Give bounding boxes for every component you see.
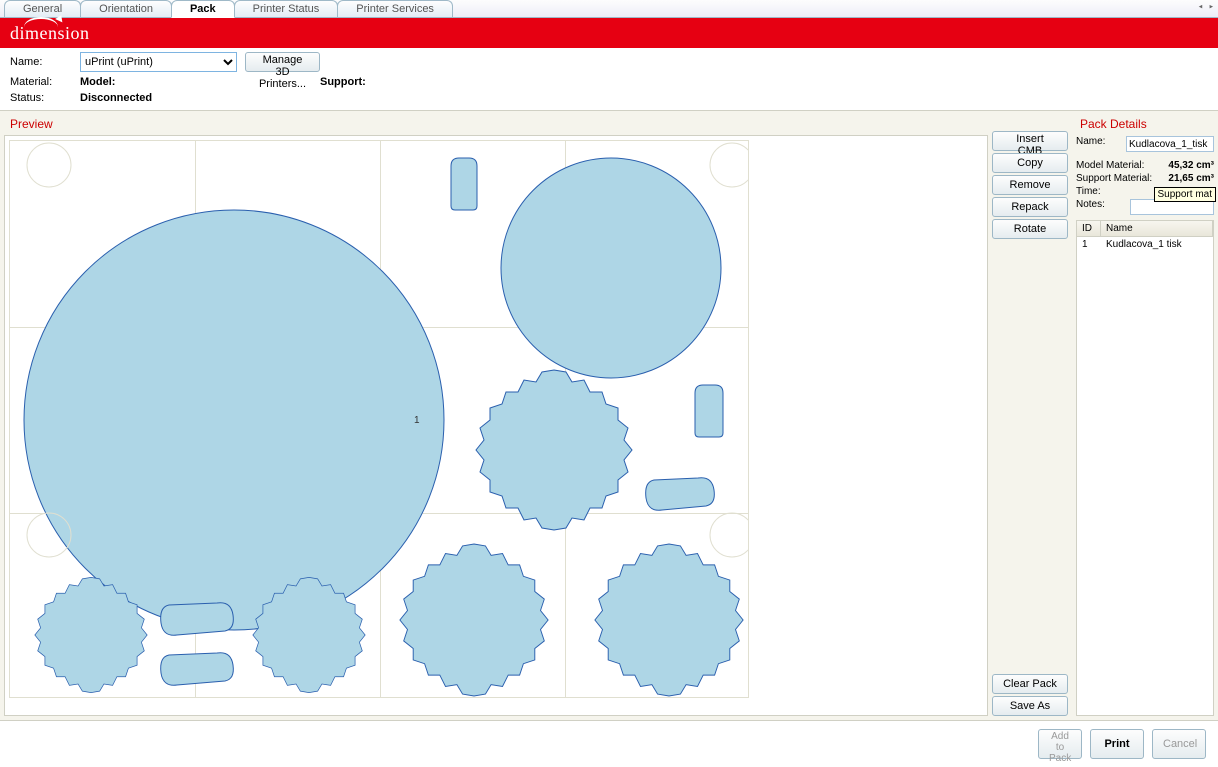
tab-pack[interactable]: Pack [171, 0, 235, 18]
printer-info-strip: Name: uPrint (uPrint) Manage 3D Printers… [0, 48, 1218, 111]
support-material-label: Support Material: [1076, 173, 1152, 184]
part-gear-mid-2[interactable] [595, 544, 743, 696]
preview-title: Preview [4, 115, 988, 135]
tab-printer-services[interactable]: Printer Services [337, 0, 453, 17]
print-button[interactable]: Print [1090, 729, 1144, 759]
status-value: Disconnected [80, 92, 240, 104]
partlist-col-id[interactable]: ID [1077, 221, 1101, 236]
dialog-footer: Add to Pack Print Cancel [0, 720, 1218, 767]
tab-general[interactable]: General [4, 0, 81, 17]
clear-pack-button[interactable]: Clear Pack [992, 674, 1068, 694]
preview-side-buttons: Insert CMB Copy Remove Repack Rotate Cle… [992, 115, 1072, 716]
time-label: Time: [1076, 186, 1101, 197]
remove-button[interactable]: Remove [992, 175, 1068, 195]
save-as-button[interactable]: Save As [992, 696, 1068, 716]
part-large-disc[interactable] [24, 210, 444, 630]
rotate-button[interactable]: Rotate [992, 219, 1068, 239]
model-material-label: Model Material: [1076, 160, 1144, 171]
brand-logo: dimension [10, 23, 90, 44]
slot-circle-2 [710, 143, 749, 187]
model-label-field: Model: [80, 76, 240, 88]
part-lozenge-3[interactable] [161, 653, 234, 686]
pack-name-label: Name: [1076, 136, 1105, 152]
notes-label: Notes: [1076, 199, 1105, 215]
tab-bar: General Orientation Pack Printer Status … [0, 0, 1218, 18]
pack-name-input[interactable] [1126, 136, 1214, 152]
repack-button[interactable]: Repack [992, 197, 1068, 217]
material-label: Material: [10, 76, 80, 88]
packed-parts: 1 [9, 140, 749, 698]
slot-circle-4 [710, 513, 749, 557]
part-lozenge-1[interactable] [646, 478, 715, 511]
notes-tooltip: Support mat [1154, 187, 1216, 202]
part-lozenge-2[interactable] [161, 603, 234, 636]
support-label-field: Support: [320, 76, 480, 88]
partlist-col-name[interactable]: Name [1101, 221, 1213, 236]
preview-canvas[interactable]: 1 [4, 135, 988, 716]
model-material-value: 45,32 cm³ [1168, 160, 1214, 171]
status-label: Status: [10, 92, 80, 104]
tab-scroll-arrows[interactable]: ◂ ▸ [1198, 2, 1214, 12]
part-tag-2[interactable] [695, 385, 723, 437]
cancel-button[interactable]: Cancel [1152, 729, 1206, 759]
add-to-pack-button[interactable]: Add to Pack [1038, 729, 1082, 759]
preview-pane: Preview 1 [4, 115, 988, 716]
part-medium-disc[interactable] [501, 158, 721, 378]
copy-button[interactable]: Copy [992, 153, 1068, 173]
tab-orientation[interactable]: Orientation [80, 0, 172, 17]
pack-details-pane: Pack Details Name: Model Material: 45,32… [1076, 115, 1214, 716]
printer-select[interactable]: uPrint (uPrint) [80, 52, 237, 72]
insert-cmb-button[interactable]: Insert CMB [992, 131, 1068, 151]
partlist-row[interactable]: 1 Kudlacova_1 tisk [1077, 237, 1213, 252]
tab-printer-status[interactable]: Printer Status [234, 0, 339, 17]
part-gear-large[interactable] [476, 370, 632, 530]
name-label: Name: [10, 56, 80, 68]
slot-circle-1 [27, 143, 71, 187]
support-material-value: 21,65 cm³ [1168, 173, 1214, 184]
pack-part-list[interactable]: ID Name 1 Kudlacova_1 tisk [1076, 220, 1214, 716]
part-gear-mid-1[interactable] [400, 544, 548, 696]
pack-details-title: Pack Details [1076, 115, 1214, 135]
brand-banner: dimension [0, 18, 1218, 48]
part-label-1: 1 [414, 415, 420, 426]
manage-printers-button[interactable]: Manage 3D Printers... [245, 52, 320, 72]
part-tag-1[interactable] [451, 158, 477, 210]
